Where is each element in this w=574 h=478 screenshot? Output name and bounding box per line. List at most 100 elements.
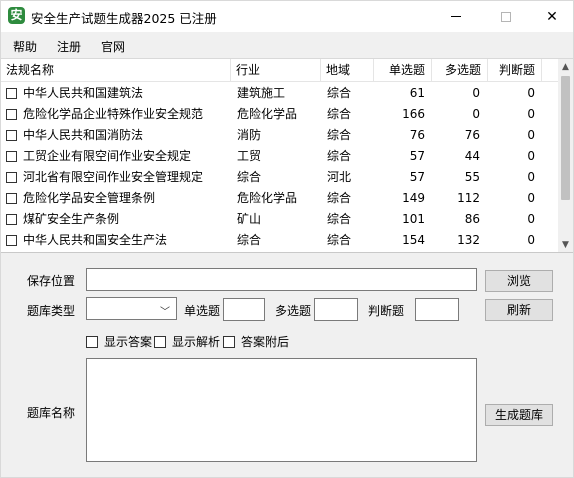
multi-count-label: 多选题 xyxy=(275,304,312,318)
row-checkbox[interactable] xyxy=(6,130,17,141)
show-answer-label: 显示答案 xyxy=(104,335,153,349)
show-analysis-checkbox[interactable]: 显示解析 xyxy=(154,333,220,350)
cell-name: 河北省有限空间作业安全管理规定 xyxy=(23,170,204,184)
row-checkbox[interactable] xyxy=(6,109,17,120)
answer-after-label: 答案附后 xyxy=(241,335,290,349)
table-scrollbar[interactable]: ▲ ▼ xyxy=(558,59,573,252)
menu-help[interactable]: 帮助 xyxy=(13,38,37,55)
cell-single: 101 xyxy=(402,212,425,226)
bank-type-select[interactable]: ﹀ xyxy=(86,297,177,320)
col-header-name[interactable]: 法规名称 xyxy=(1,59,231,82)
show-analysis-label: 显示解析 xyxy=(172,335,221,349)
cell-region: 综合 xyxy=(327,233,352,247)
cell-industry: 危险化学品 xyxy=(237,191,298,205)
cell-region: 综合 xyxy=(327,128,352,142)
save-location-label: 保存位置 xyxy=(27,274,76,288)
cell-industry: 建筑施工 xyxy=(237,86,286,100)
col-header-single[interactable]: 单选题 xyxy=(374,59,432,82)
show-answer-box[interactable] xyxy=(86,335,98,348)
bank-name-textarea[interactable] xyxy=(86,358,477,462)
show-analysis-box[interactable] xyxy=(154,335,166,348)
judge-count-input[interactable] xyxy=(415,298,459,321)
scroll-thumb[interactable] xyxy=(561,76,570,200)
law-table: 法规名称 行业 地域 单选题 多选题 判断题 中华人民共和国建筑法 建筑施工 综合 6… xyxy=(1,58,573,253)
cell-single: 149 xyxy=(402,191,425,205)
cell-judge: 0 xyxy=(527,233,535,247)
table-row[interactable]: 煤矿安全生产条例 矿山 综合 101 86 0 xyxy=(1,209,558,230)
cell-region: 河北 xyxy=(327,170,352,184)
refresh-button[interactable]: 刷新 xyxy=(485,299,553,321)
cell-region: 综合 xyxy=(327,212,352,226)
menu-bar: 帮助 注册 官网 xyxy=(1,32,573,57)
cell-name: 中华人民共和国建筑法 xyxy=(23,86,144,100)
col-header-multi[interactable]: 多选题 xyxy=(432,59,488,82)
table-row[interactable]: 中华人民共和国消防法 消防 综合 76 76 0 xyxy=(1,125,558,146)
cell-industry: 矿山 xyxy=(237,212,262,226)
menu-website[interactable]: 官网 xyxy=(101,38,125,55)
answer-after-box[interactable] xyxy=(223,335,235,348)
cell-multi: 132 xyxy=(457,233,480,247)
scroll-down-icon[interactable]: ▼ xyxy=(558,237,573,252)
cell-single: 166 xyxy=(402,107,425,121)
cell-region: 综合 xyxy=(327,107,352,121)
table-header: 法规名称 行业 地域 单选题 多选题 判断题 xyxy=(1,59,558,82)
show-answer-checkbox[interactable]: 显示答案 xyxy=(86,333,152,350)
cell-judge: 0 xyxy=(527,128,535,142)
cell-name: 煤矿安全生产条例 xyxy=(23,212,120,226)
row-checkbox[interactable] xyxy=(6,235,17,246)
maximize-button[interactable] xyxy=(483,1,529,32)
table-row[interactable]: 中华人民共和国安全生产法 综合 综合 154 132 0 xyxy=(1,230,558,251)
window-title: 安全生产试题生成器2025 已注册 xyxy=(31,11,217,26)
table-row[interactable]: 危险化学品企业特殊作业安全规范 危险化学品 综合 166 0 0 xyxy=(1,104,558,125)
single-count-input[interactable] xyxy=(223,298,265,321)
menu-register[interactable]: 注册 xyxy=(57,38,81,55)
generate-bank-button[interactable]: 生成题库 xyxy=(485,404,553,426)
cell-multi: 86 xyxy=(464,212,480,226)
row-checkbox[interactable] xyxy=(6,172,17,183)
cell-judge: 0 xyxy=(527,149,535,163)
browse-button[interactable]: 浏览 xyxy=(485,270,553,292)
cell-single: 57 xyxy=(409,170,425,184)
chevron-down-icon: ﹀ xyxy=(160,307,170,318)
cell-region: 综合 xyxy=(327,86,352,100)
cell-single: 57 xyxy=(409,149,425,163)
close-icon: ✕ xyxy=(546,8,558,25)
cell-judge: 0 xyxy=(527,170,535,184)
cell-multi: 55 xyxy=(464,170,480,184)
cell-single: 61 xyxy=(409,86,425,100)
cell-name: 中华人民共和国安全生产法 xyxy=(23,233,168,247)
row-checkbox[interactable] xyxy=(6,88,17,99)
bank-type-label: 题库类型 xyxy=(27,304,76,318)
close-button[interactable]: ✕ xyxy=(529,1,574,32)
cell-multi: 112 xyxy=(457,191,480,205)
cell-region: 综合 xyxy=(327,191,352,205)
maximize-icon xyxy=(501,11,511,22)
scroll-up-icon[interactable]: ▲ xyxy=(558,59,573,75)
app-window: 安 安全生产试题生成器2025 已注册 ✕ 帮助 注册 官网 法规名称 行业 地… xyxy=(0,0,574,478)
cell-judge: 0 xyxy=(527,191,535,205)
minimize-button[interactable] xyxy=(433,1,479,32)
cell-judge: 0 xyxy=(527,107,535,121)
cell-multi: 44 xyxy=(464,149,480,163)
save-location-input[interactable] xyxy=(86,268,477,291)
cell-industry: 消防 xyxy=(237,128,262,142)
bank-name-label: 题库名称 xyxy=(27,406,76,420)
answer-after-checkbox[interactable]: 答案附后 xyxy=(223,333,289,350)
cell-multi: 0 xyxy=(472,107,480,121)
col-header-region[interactable]: 地域 xyxy=(321,59,374,82)
row-checkbox[interactable] xyxy=(6,193,17,204)
col-header-judge[interactable]: 判断题 xyxy=(488,59,542,82)
cell-judge: 0 xyxy=(527,86,535,100)
table-row[interactable]: 河北省有限空间作业安全管理规定 综合 河北 57 55 0 xyxy=(1,167,558,188)
col-header-industry[interactable]: 行业 xyxy=(231,59,321,82)
single-count-label: 单选题 xyxy=(184,304,221,318)
minimize-icon xyxy=(451,16,461,17)
cell-industry: 综合 xyxy=(237,170,262,184)
row-checkbox[interactable] xyxy=(6,214,17,225)
row-checkbox[interactable] xyxy=(6,151,17,162)
judge-count-label: 判断题 xyxy=(368,304,405,318)
table-row[interactable]: 危险化学品安全管理条例 危险化学品 综合 149 112 0 xyxy=(1,188,558,209)
table-row[interactable]: 工贸企业有限空间作业安全规定 工贸 综合 57 44 0 xyxy=(1,146,558,167)
table-row[interactable]: 中华人民共和国建筑法 建筑施工 综合 61 0 0 xyxy=(1,83,558,104)
multi-count-input[interactable] xyxy=(314,298,358,321)
